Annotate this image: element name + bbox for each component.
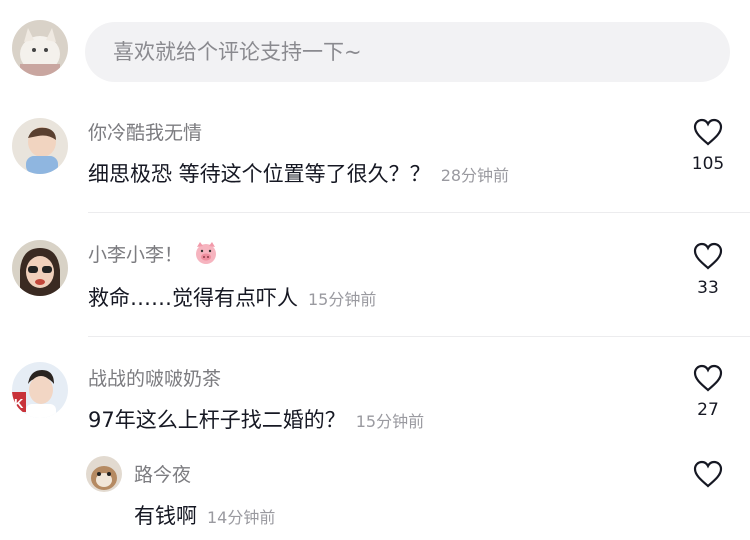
comment-text: 97年这么上杆子找二婚的？ 15分钟前 xyxy=(88,404,424,434)
like-button[interactable] xyxy=(678,460,738,488)
comment-username[interactable]: 你冷酷我无情 xyxy=(88,118,202,145)
avatar[interactable] xyxy=(12,118,68,174)
comment-body: 97年这么上杆子找二婚的？ xyxy=(88,408,346,432)
comment-username[interactable]: 小李小李！ xyxy=(88,240,219,267)
heart-icon xyxy=(693,460,723,488)
comment-body: 细思极恐 等待这个位置等了很久？？ xyxy=(88,162,431,186)
comment-input[interactable]: 喜欢就给个评论支持一下~ xyxy=(85,22,730,82)
comment-username[interactable]: 战战的啵啵奶茶 xyxy=(88,364,221,391)
reply-username[interactable]: 路今夜 xyxy=(134,460,191,487)
pig-face-icon xyxy=(196,242,217,264)
avatar[interactable]: K xyxy=(12,362,68,418)
avatar[interactable] xyxy=(12,240,68,296)
like-count: 105 xyxy=(691,154,725,174)
comment-text: 救命……觉得有点吓人 15分钟前 xyxy=(88,282,376,312)
divider xyxy=(88,212,750,213)
like-button[interactable]: 33 xyxy=(678,242,738,298)
comment-text: 细思极恐 等待这个位置等了很久？？ 28分钟前 xyxy=(88,158,509,188)
comment-time: 15分钟前 xyxy=(355,412,425,431)
svg-text:K: K xyxy=(14,396,24,411)
comment-body: 有钱啊 xyxy=(134,504,197,528)
comment-time: 28分钟前 xyxy=(440,166,510,185)
heart-icon xyxy=(693,364,723,392)
heart-icon xyxy=(693,118,723,146)
avatar[interactable] xyxy=(86,456,122,492)
comment-time: 14分钟前 xyxy=(207,508,276,527)
comment-time: 15分钟前 xyxy=(308,290,377,309)
divider xyxy=(88,336,750,337)
like-count: 27 xyxy=(697,400,719,420)
like-button[interactable]: 27 xyxy=(678,364,738,420)
current-user-avatar[interactable] xyxy=(12,20,68,76)
username-text: 小李小李！ xyxy=(88,244,184,266)
comment-body: 救命……觉得有点吓人 xyxy=(88,286,298,310)
like-count: 33 xyxy=(697,278,719,298)
like-button[interactable]: 105 xyxy=(678,118,738,174)
heart-icon xyxy=(693,242,723,270)
reply-text: 有钱啊 14分钟前 xyxy=(134,500,275,530)
